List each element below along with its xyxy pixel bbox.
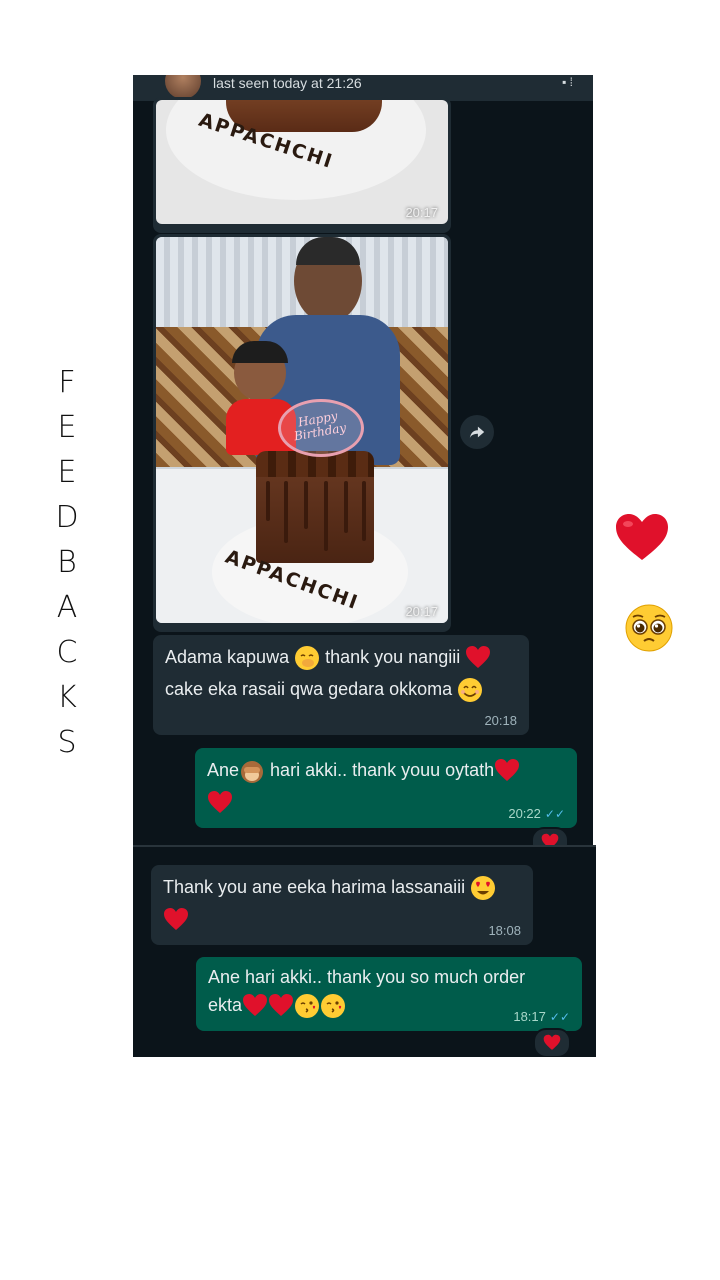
title-letter: K [57,680,77,715]
message-text: Ane hari akki.. thank you so much order [208,967,526,987]
forward-button[interactable] [460,415,494,449]
message-time: 20:17 [405,205,438,220]
reaction-badge[interactable] [533,1028,571,1057]
outgoing-message[interactable]: Ane hari akki.. thank you so much order … [196,957,582,1031]
chat-screenshot-2: Thank you ane eeka harima lassanaiii 18:… [133,845,596,1057]
heart-icon [614,512,670,562]
message-text: cake eka rasaii qwa gedara okkoma [165,679,453,699]
pleading-face-icon [624,603,674,653]
title-letter: S [57,725,77,760]
cake-photo[interactable]: APPACHCHI 20:17 [156,100,448,224]
title-letter: E [57,455,77,490]
kissing-face-icon [320,993,346,1019]
incoming-message[interactable]: Adama kapuwa thank you nangiii cake eka … [153,635,529,735]
title-letter: E [57,410,77,445]
heart-icon [465,645,491,671]
reaction-badge[interactable] [531,827,569,845]
message-text: Ane [207,760,240,780]
message-text: hari akki.. thank youu oytath [270,760,495,780]
heart-eyes-icon [470,875,496,901]
kissing-face-icon [294,993,320,1019]
heart-icon [242,993,268,1019]
message-text: Adama kapuwa [165,647,290,667]
message-text: thank you nangiii [325,647,461,667]
heart-icon [494,758,520,784]
message-time: 20:22 [508,806,541,821]
double-check-icon: ✓✓ [549,1010,570,1024]
avatar[interactable] [165,75,201,99]
message-text: ekta [208,995,243,1015]
double-check-icon: ✓✓ [544,807,565,821]
hand-over-mouth-icon [294,645,320,671]
smiling-face-icon [457,677,483,703]
chat-screenshot-1: last seen today at 21:26 ▪ ⁞ APPACHCHI 2… [133,75,593,845]
title-letter: B [57,545,77,580]
screenshot-divider [133,845,596,847]
title-letter: F [58,365,76,400]
see-no-evil-monkey-icon [239,758,265,784]
birthday-photo[interactable]: Happy Birthday APPACHCHI 20:17 [156,237,448,623]
message-time: 20:17 [405,604,438,619]
message-time: 20:18 [484,713,517,728]
heart-icon [541,833,559,845]
last-seen-status: last seen today at 21:26 [213,75,362,91]
title-letter: D [55,500,79,535]
incoming-message[interactable]: Thank you ane eeka harima lassanaiii 18:… [151,865,533,945]
feedbacks-title: F E E D B A C K S [52,360,82,765]
heart-icon [268,993,294,1019]
message-time: 18:17 [513,1009,546,1024]
message-time: 18:08 [488,923,521,938]
title-letter: A [56,590,78,625]
heart-icon [207,790,233,816]
heart-icon [543,1034,561,1050]
message-text: Thank you ane eeka harima lassanaiii [163,877,466,897]
image-message[interactable]: Happy Birthday APPACHCHI 20:17 [153,234,451,632]
header-icons: ▪ ⁞ [562,75,573,89]
forward-icon [469,426,485,439]
heart-icon [163,907,189,933]
outgoing-message[interactable]: Ane hari akki.. thank youu oytath 20:22 ✓… [195,748,577,828]
title-letter: C [56,635,78,670]
image-message[interactable]: APPACHCHI 20:17 [153,97,451,233]
